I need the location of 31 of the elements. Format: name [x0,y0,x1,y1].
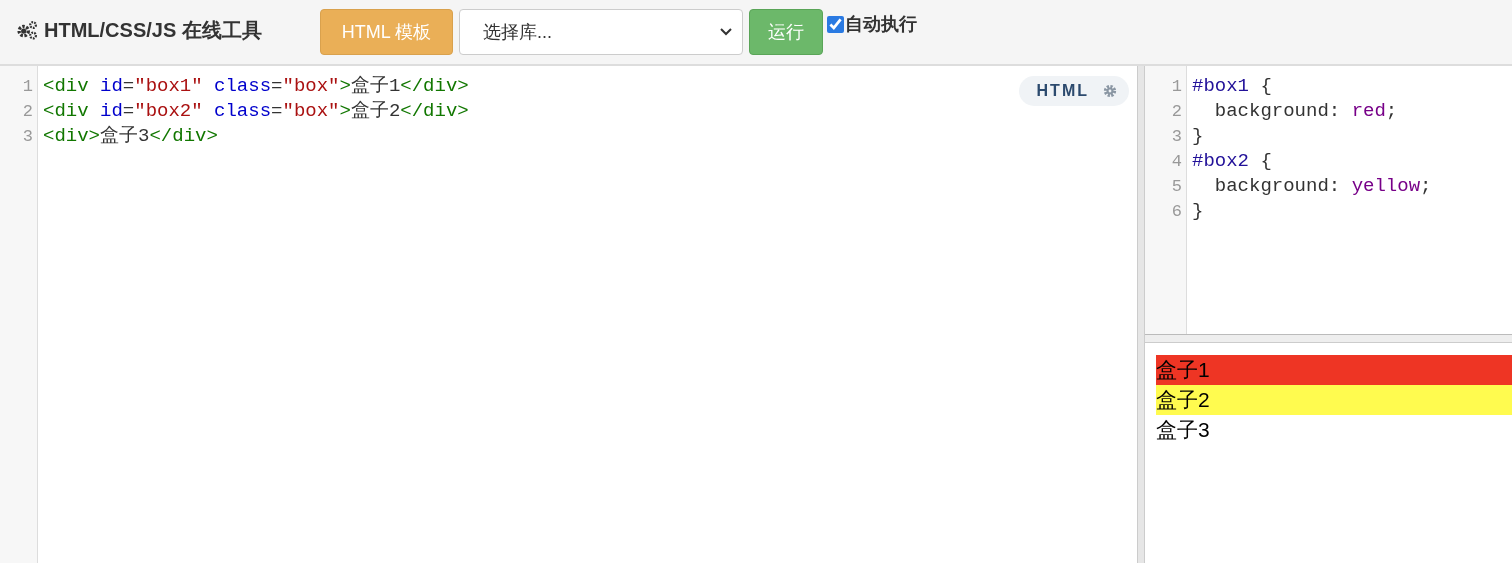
line-number: 3 [21,126,34,148]
code-line: <div id="box1" class="box">盒子1</div> [43,74,469,99]
line-number: 1 [21,76,34,98]
code-line: <div id="box2" class="box">盒子2</div> [43,99,469,124]
line-number: 2 [1170,101,1183,123]
code-line: background: red; [1213,99,1399,124]
language-badge[interactable]: HTML [1018,76,1129,106]
line-number: 5 [1170,176,1183,198]
output-box: 盒子1 [1156,355,1512,385]
library-select[interactable]: 选择库... [459,9,743,55]
code-line: #box1 { [1192,74,1273,99]
language-label: HTML [1036,82,1089,100]
code-line: background: yellow; [1213,174,1432,199]
app-title: HTML/CSS/JS 在线工具 [44,17,263,43]
output-box: 盒子2 [1156,385,1512,415]
code-line: <div>盒子3</div> [43,124,219,149]
code-line: } [1192,199,1205,224]
line-number: 2 [21,101,34,123]
auto-run-checkbox[interactable] [827,15,844,33]
code-line: #box2 { [1192,149,1273,174]
line-number: 4 [1170,151,1183,173]
output-text: 盒子3 [1156,417,1211,443]
settings-icon[interactable] [1103,84,1117,98]
gears-icon [16,20,38,40]
line-number: 6 [1170,201,1183,223]
line-number: 3 [1170,126,1183,148]
code-line: } [1192,124,1205,149]
pane-splitter[interactable] [1145,334,1512,343]
chevron-down-icon [720,28,732,36]
line-number: 1 [1170,76,1183,98]
auto-run-label: 自动执行 [845,13,917,36]
